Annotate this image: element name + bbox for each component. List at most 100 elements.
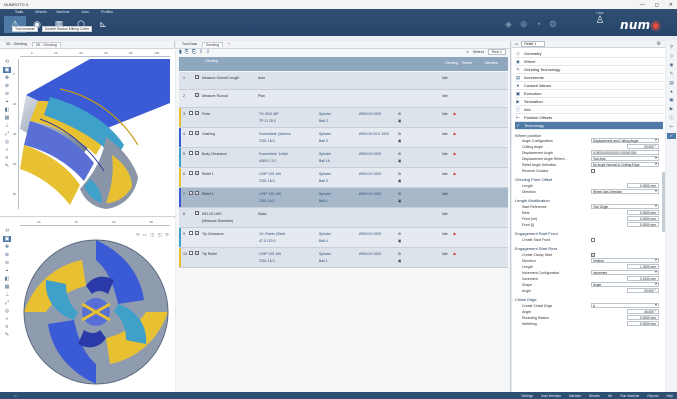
maximize-button[interactable]: ◻ bbox=[655, 2, 659, 8]
category-increments[interactable]: ▤ Increments bbox=[515, 74, 663, 82]
front-inc-input[interactable]: 0.0000 mm bbox=[627, 216, 659, 221]
preview-icon[interactable]: ▣ bbox=[398, 199, 401, 203]
reverse-contact-checkbox[interactable] bbox=[591, 169, 595, 173]
table-row[interactable]: 6 ✓ Relief 1 1V9P 125 160 2301 16.0 Spin… bbox=[179, 168, 508, 188]
move-down-icon[interactable]: ⇩ bbox=[206, 49, 210, 55]
row-enable-checkbox[interactable]: ✓ bbox=[195, 131, 199, 135]
tab-wheels[interactable]: Wheels bbox=[30, 10, 52, 14]
status-user-interface[interactable]: User Interface bbox=[541, 394, 561, 398]
increment-config-select[interactable]: Increment bbox=[591, 270, 659, 275]
tab-tool-data[interactable]: Tool Data bbox=[179, 42, 200, 47]
table-row[interactable]: 3 ✓ Flute TV: Ø10 487 TP 11 25.0 Spindel… bbox=[179, 108, 508, 128]
preview-icon[interactable]: ▣ bbox=[398, 139, 401, 143]
properties-scrollbar[interactable] bbox=[662, 172, 665, 232]
tool-browser-button[interactable]: Tool browser bbox=[12, 26, 38, 32]
info-icon[interactable]: ⓘ bbox=[669, 115, 674, 121]
relief-angle-def-select[interactable]: By Angle Normal to Cutting Edge bbox=[591, 162, 659, 167]
settings-icon[interactable]: ⚙ bbox=[398, 132, 401, 136]
category-position-offsets[interactable]: ⊢ Position Offsets bbox=[515, 114, 663, 122]
gauge-icon[interactable]: ◔ bbox=[535, 19, 540, 30]
camera-icon[interactable]: ◎ bbox=[5, 308, 9, 314]
status-machine[interactable]: Machine bbox=[569, 394, 581, 398]
row-enable-checkbox[interactable]: ✓ bbox=[195, 191, 199, 195]
row-enable-checkbox[interactable]: ✓ bbox=[195, 171, 199, 175]
tab-tools[interactable]: Tools bbox=[8, 10, 30, 14]
cutting-angle-input[interactable]: 20.000 ° bbox=[627, 144, 659, 149]
tab-profiles[interactable]: Profiles bbox=[96, 10, 118, 14]
measure-icon[interactable]: ⌖ bbox=[6, 99, 9, 105]
move-up-icon[interactable]: ⇧ bbox=[199, 49, 203, 55]
technology-icon[interactable]: ✎ bbox=[670, 71, 674, 77]
section-icon[interactable]: ◧ bbox=[5, 276, 10, 282]
select-icon[interactable]: ▣ bbox=[3, 236, 11, 242]
settings-icon[interactable]: ⚙ bbox=[398, 232, 401, 236]
zoom-in-icon[interactable]: ⊕ bbox=[5, 83, 9, 89]
row-select-checkbox[interactable] bbox=[189, 251, 193, 255]
rear-input[interactable]: 0.0000 mm bbox=[627, 210, 659, 215]
fit-icon[interactable]: ⤢ bbox=[5, 131, 9, 137]
category-info[interactable]: ⓘ Info bbox=[515, 106, 663, 114]
increments-icon[interactable]: ▤ bbox=[669, 80, 673, 86]
fit-icon[interactable]: ⤢ bbox=[5, 300, 9, 306]
tab-machine[interactable]: Machine bbox=[52, 10, 74, 14]
axis-view-icon[interactable]: ⊥ bbox=[5, 292, 9, 298]
zoom-out-icon[interactable]: ⊖ bbox=[5, 260, 9, 266]
status-wheels[interactable]: Wheels bbox=[589, 394, 600, 398]
row-enable-checkbox[interactable]: ✓ bbox=[195, 75, 199, 79]
category-wheel[interactable]: ◉ Wheel bbox=[515, 58, 663, 66]
coolant-icon[interactable]: ● bbox=[670, 89, 673, 94]
table-row[interactable]: 8 ✓ Ø11.00 LMO (Measure Diameter) Static… bbox=[179, 208, 508, 228]
status-settings[interactable]: Settings bbox=[521, 394, 533, 398]
settings-icon[interactable]: ⚙ bbox=[549, 19, 557, 30]
zoom-in-icon[interactable]: ⊕ bbox=[5, 252, 9, 258]
rotate-icon[interactable]: ⟲ bbox=[5, 228, 9, 234]
pan-icon[interactable]: ✥ bbox=[5, 75, 9, 81]
table-row[interactable]: 5 ✓ Body Clearance Formwheel: 1v9p6 40Ø1… bbox=[179, 148, 508, 168]
preview-icon[interactable]: ▣ bbox=[398, 239, 401, 243]
add-tab-button[interactable]: + bbox=[225, 42, 233, 47]
viewport-3d[interactable]: 0 20 40 60 80 100 0 20 40 60 80 ⟲ ▣ ✥ ⊕ … bbox=[0, 49, 175, 217]
row-enable-checkbox[interactable]: ✓ bbox=[195, 111, 199, 115]
table-row[interactable]: 2 ✓ Measure Runout Plan Idle bbox=[179, 90, 508, 108]
row-select-checkbox[interactable] bbox=[189, 151, 193, 155]
search-icon[interactable]: ⌕ bbox=[6, 316, 9, 322]
settings-icon[interactable]: ⚙ bbox=[398, 172, 401, 176]
pin-icon[interactable]: ⚲ bbox=[670, 44, 673, 50]
row-enable-checkbox[interactable]: ✓ bbox=[195, 93, 199, 97]
start-reference-select[interactable]: Tool Origin bbox=[591, 204, 659, 209]
row-select-checkbox[interactable] bbox=[189, 111, 193, 115]
tab-jobs[interactable]: Jobs bbox=[74, 10, 96, 14]
table-row[interactable]: 10 ✓ Tip Relief 1V9P 125 160 2301 16.0 S… bbox=[179, 248, 508, 268]
gpo-direction-select[interactable]: Wheel Axis Direction bbox=[591, 189, 659, 194]
row-select-checkbox[interactable] bbox=[189, 231, 193, 235]
category-geometry[interactable]: ◇ Geometry bbox=[515, 50, 663, 58]
measure-icon[interactable]: ⌖ bbox=[6, 268, 9, 274]
section-icon[interactable]: ◧ bbox=[5, 107, 10, 113]
execution-icon[interactable]: ▣ bbox=[669, 97, 673, 103]
new-operation-icon[interactable]: ▮ bbox=[179, 49, 182, 55]
offsets-icon[interactable]: ⊢ bbox=[670, 124, 674, 130]
angle-input[interactable]: 20.000 ° bbox=[627, 288, 659, 293]
search-icon[interactable]: ⌕ bbox=[6, 147, 9, 153]
properties-toolbar-icon[interactable]: ▭ bbox=[515, 42, 518, 46]
tab-3d-grinding[interactable]: 3D - Grinding bbox=[3, 42, 30, 47]
operation-selector[interactable]: Rest 1 bbox=[487, 49, 506, 55]
category-execution[interactable]: ▣ Execution bbox=[515, 90, 663, 98]
tab-grinding[interactable]: Grinding bbox=[201, 42, 224, 47]
layers-icon[interactable]: ≡ bbox=[6, 155, 9, 161]
create-chisel-select[interactable]: A bbox=[591, 303, 659, 308]
shape-select[interactable]: Angle bbox=[591, 282, 659, 287]
table-row[interactable]: 9 ✓ Tip Clearance 1V: Pointe (Steel 47.0… bbox=[179, 228, 508, 248]
table-row[interactable]: 1 ✓ Measure Overall Length Auto Idle bbox=[179, 72, 508, 90]
minimize-button[interactable]: — bbox=[640, 2, 645, 8]
settings-icon[interactable]: ⚙ bbox=[398, 152, 401, 156]
front-abs-input[interactable]: 0.0000 mm bbox=[627, 222, 659, 227]
category-simulation[interactable]: ▶ Simulation bbox=[515, 98, 663, 106]
gear-icon[interactable]: ⚙ bbox=[657, 41, 661, 47]
grid-icon[interactable]: ▦ bbox=[5, 115, 10, 121]
layers-icon[interactable]: ≡ bbox=[6, 324, 9, 330]
zoom-out-icon[interactable]: ⊖ bbox=[5, 91, 9, 97]
zoom-icon[interactable]: ⌕ bbox=[467, 49, 469, 55]
preview-icon[interactable]: ▣ bbox=[398, 259, 401, 263]
settings-icon[interactable]: ⚙ bbox=[398, 112, 401, 116]
